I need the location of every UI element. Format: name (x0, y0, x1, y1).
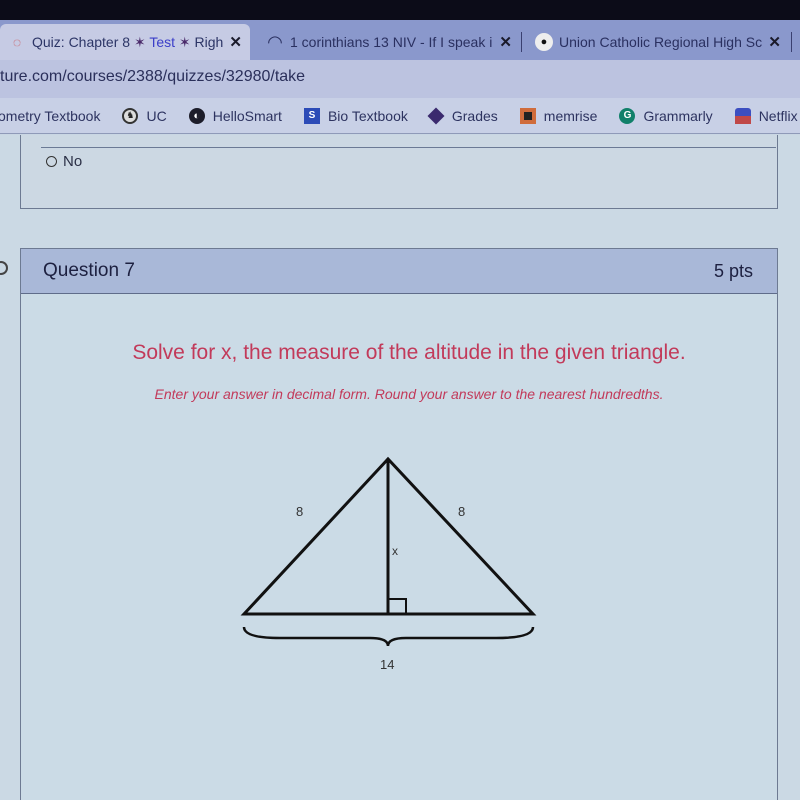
question-instructions: Enter your answer in decimal form. Round… (154, 386, 664, 402)
tab-title: Union Catholic Regional High Sch (559, 34, 763, 50)
globe-icon: ◐ (188, 107, 205, 124)
bookmark-netflix-party[interactable]: Netflix Pa (734, 107, 800, 124)
base-label: 14 (380, 657, 394, 672)
url-text[interactable]: ture.com/courses/2388/quizzes/32980/take (0, 68, 305, 86)
tab-quiz-chapter-8[interactable]: ◌ Quiz: Chapter 8 ✶ Test ✶ Right ✕ (0, 24, 250, 60)
bookmark-grammarly[interactable]: G Grammarly (619, 107, 713, 124)
tab-union-catholic[interactable]: ● Union Catholic Regional High Sch ✕ (527, 24, 789, 60)
screen-bezel (0, 0, 800, 20)
bookmark-label: Bio Textbook (327, 107, 408, 124)
question-header: Question 7 5 pts (21, 249, 777, 294)
triangle-figure: 8 8 x 14 (240, 456, 537, 672)
radio-button[interactable] (46, 156, 57, 167)
diamond-icon (427, 107, 445, 124)
bookmark-geometry-textbook[interactable]: ometry Textbook (0, 108, 100, 124)
star-emblem-icon: ✶ (133, 33, 146, 50)
bookmark-label: Grades (451, 107, 498, 124)
answer-option-no[interactable]: No (46, 153, 82, 170)
answer-option-label: No (63, 153, 83, 170)
uc-logo-icon: ♞ (122, 107, 139, 124)
tab-title: 1 corinthians 13 NIV - If I speak in (290, 34, 494, 50)
right-angle-marker (387, 598, 407, 615)
tab-title-test: Test (149, 33, 176, 50)
altitude-label: x (392, 544, 398, 558)
s-book-icon: S (303, 107, 320, 124)
tab-title-prefix: Quiz: Chapter 8 (32, 33, 131, 50)
question-points: 5 pts (713, 260, 753, 281)
tab-1-corinthians[interactable]: ◠ 1 corinthians 13 NIV - If I speak in ✕ (258, 24, 520, 60)
close-icon[interactable]: ✕ (768, 33, 781, 51)
browser-tab-strip: ◌ Quiz: Chapter 8 ✶ Test ✶ Right ✕ ◠ 1 c… (0, 20, 800, 60)
grammarly-icon: G (619, 107, 636, 124)
bookmark-bio-textbook[interactable]: S Bio Textbook (303, 107, 408, 124)
question-title: Question 7 (43, 260, 135, 281)
question-prompt: Solve for x, the measure of the altitude… (132, 341, 686, 364)
bookmark-label: Grammarly (643, 107, 713, 124)
bookmark-uc[interactable]: ♞ UC (122, 107, 167, 124)
bookmarks-bar: ometry Textbook ♞ UC ◐ HelloSmart S Bio … (0, 98, 800, 134)
left-side-label: 8 (296, 504, 303, 519)
divider (41, 147, 776, 148)
memrise-icon (519, 107, 536, 124)
bookmark-label: UC (146, 107, 167, 124)
canvas-favicon-icon: ◌ (12, 34, 22, 50)
right-side-label: 8 (458, 504, 465, 519)
tab-title-suffix: Right (194, 33, 224, 50)
close-icon[interactable]: ✕ (499, 33, 512, 51)
tab-separator (791, 32, 792, 52)
star-emblem-icon: ✶ (178, 33, 191, 50)
previous-question-card: No (20, 135, 778, 209)
question-flag-icon[interactable] (0, 261, 8, 275)
bookmark-label: ometry Textbook (0, 107, 101, 124)
tab-separator (521, 32, 522, 52)
bookmark-label: Netflix Pa (758, 107, 800, 124)
base-brace (242, 626, 535, 647)
loading-spinner-icon: ◠ (267, 31, 283, 52)
address-bar[interactable]: ture.com/courses/2388/quizzes/32980/take (0, 60, 800, 98)
bookmark-label: memrise (543, 107, 598, 124)
school-logo-icon: ● (535, 33, 553, 51)
bookmark-hellosmart[interactable]: ◐ HelloSmart (188, 107, 282, 124)
close-icon[interactable]: ✕ (229, 33, 242, 51)
bookmark-label: HelloSmart (212, 107, 282, 124)
netflix-party-icon (734, 107, 751, 124)
bookmark-memrise[interactable]: memrise (519, 107, 598, 124)
bookmark-grades[interactable]: Grades (427, 107, 498, 124)
